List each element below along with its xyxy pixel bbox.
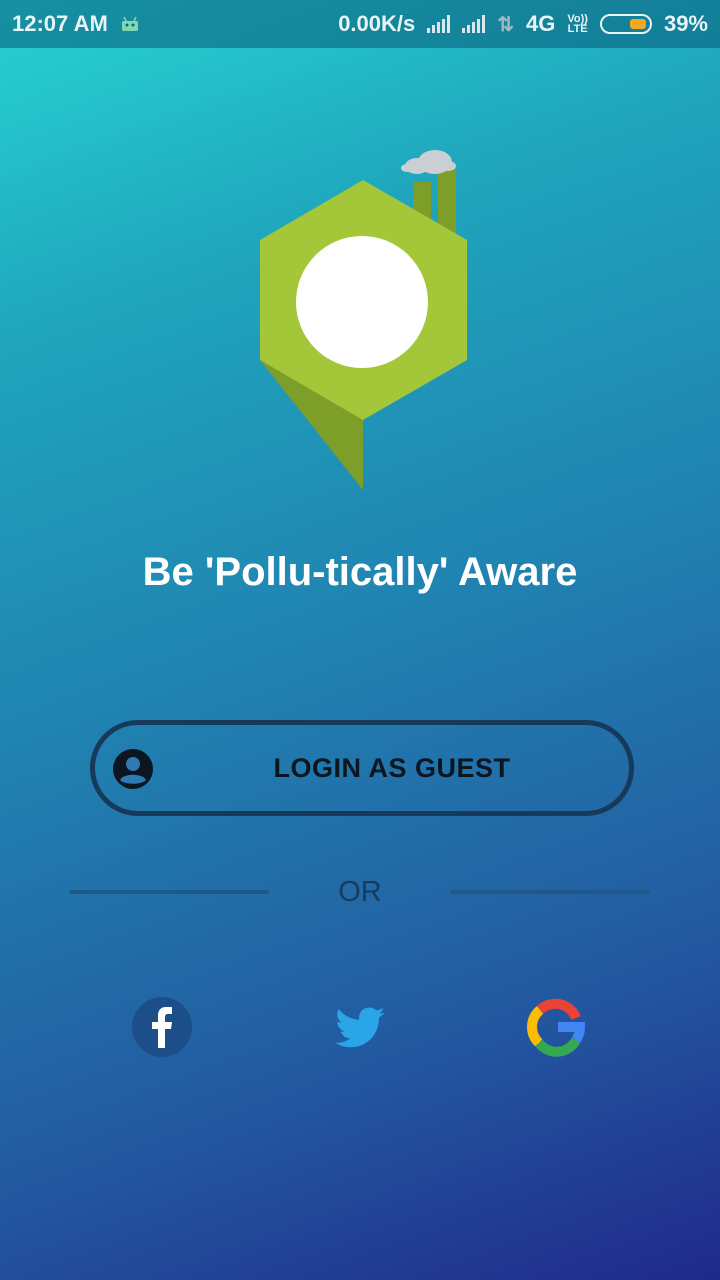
battery-percent: 39% xyxy=(663,11,708,36)
login-as-guest-label: LOGIN AS GUEST xyxy=(273,752,511,783)
android-notification-icon xyxy=(121,16,138,31)
battery-level xyxy=(629,19,646,29)
status-bar: 12:07 AM 0.00K/s ⇅ 4G Vo)) LTE 39% xyxy=(0,0,720,48)
twitter-icon xyxy=(335,1007,385,1048)
facebook-icon xyxy=(132,997,192,1057)
volte-icon: Vo)) LTE xyxy=(567,13,588,35)
google-login-button[interactable] xyxy=(527,996,589,1058)
battery-icon xyxy=(599,14,652,34)
facebook-login-button[interactable] xyxy=(131,996,193,1058)
pin-circle xyxy=(296,236,428,368)
tagline: Be 'Pollu-tically' Aware xyxy=(142,550,578,594)
twitter-login-button[interactable] xyxy=(331,996,393,1058)
status-right: 0.00K/s ⇅ 4G Vo)) LTE 39% xyxy=(338,11,708,37)
signal-strength-icon xyxy=(427,15,451,33)
smoke-cloud-icon xyxy=(401,150,456,174)
network-type: 4G xyxy=(526,11,556,36)
status-time: 12:07 AM xyxy=(12,11,108,36)
data-transfer-icon: ⇅ xyxy=(497,13,515,36)
signal-strength-icon-2 xyxy=(462,15,486,33)
divider-right xyxy=(450,890,650,894)
google-icon xyxy=(527,998,585,1057)
account-circle-icon xyxy=(113,749,153,789)
status-left: 12:07 AM xyxy=(12,11,140,37)
network-speed: 0.00K/s xyxy=(338,11,416,36)
pollution-pin-logo xyxy=(260,150,467,490)
login-as-guest-button[interactable]: LOGIN AS GUEST xyxy=(90,720,634,816)
